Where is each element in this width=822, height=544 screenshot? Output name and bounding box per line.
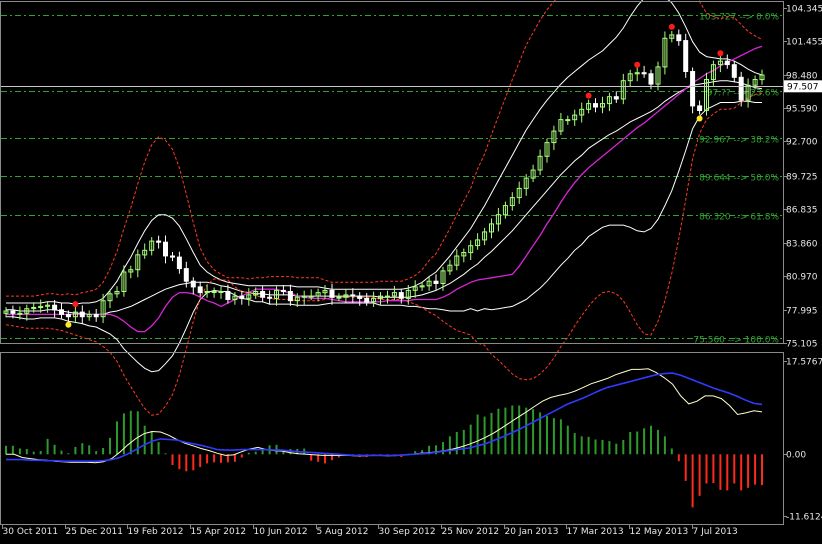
date-axis-label: 30 Sep 2012 [379, 527, 436, 537]
candle-body [163, 241, 168, 257]
fractal-up-marker [585, 92, 592, 99]
candle-body [183, 268, 189, 282]
date-axis-label: 20 Jan 2013 [505, 527, 559, 537]
fractal-up-marker [634, 61, 641, 68]
price-axis-label: 80.970 [786, 273, 818, 283]
candle-body [308, 295, 314, 298]
candle-body [287, 291, 293, 302]
candle-body [738, 76, 744, 101]
fib-level-label: 103.727 --> 0.0% [699, 13, 779, 23]
price-axis-label: 86.835 [786, 206, 818, 216]
oscillator-axis-label: -11.6124 [786, 513, 822, 523]
chart-canvas: 103.727 --> 0.0%97.?? --> 23.6%92.967 --… [0, 0, 822, 544]
candle-body [731, 64, 737, 78]
candle-body [225, 291, 231, 300]
date-axis-label: 30 Oct 2011 [3, 527, 59, 537]
candle-body [211, 291, 217, 293]
candle-body [59, 309, 64, 315]
candle-body [593, 103, 598, 108]
candle-body [267, 296, 273, 299]
candle-body [239, 295, 245, 299]
candle-body [280, 289, 286, 292]
fractal-up-marker [668, 23, 675, 30]
current-price-label: 97.507 [787, 82, 819, 92]
candle-body [17, 312, 23, 315]
candle-body [170, 255, 175, 258]
oscillator-axis-label: 0.00 [786, 451, 806, 461]
candle-body [357, 295, 363, 299]
candle-body [697, 105, 703, 112]
date-axis-label: 5 Aug 2012 [317, 527, 369, 537]
candle-body [260, 291, 266, 298]
price-axis-label: 89.725 [786, 173, 818, 183]
candle-body [724, 60, 730, 66]
fractal-down-marker [696, 115, 703, 122]
candle-body [65, 313, 71, 318]
fib-level-label: 89.644 --> 50.0% [699, 174, 779, 184]
candle-body [176, 256, 182, 270]
price-axis-label: 77.995 [786, 307, 818, 317]
candle-body [364, 297, 370, 303]
candle-body [613, 96, 619, 100]
price-axis-label: 92.700 [786, 138, 818, 148]
date-axis-label: 19 Feb 2012 [128, 527, 184, 537]
price-axis-label: 101.455 [786, 38, 822, 48]
date-axis-label: 10 Jun 2012 [254, 527, 308, 537]
price-axis-label: 83.860 [786, 240, 818, 250]
price-axis-label: 95.590 [786, 105, 818, 115]
date-axis-label: 15 Apr 2012 [191, 527, 247, 537]
candle-body [329, 289, 335, 298]
candle-body [648, 73, 654, 85]
candle-body [676, 34, 682, 42]
fractal-up-marker [72, 301, 79, 308]
fib-level-label: 86.320 --> 61.8% [699, 213, 779, 223]
candle-body [385, 295, 390, 298]
candle-body [190, 280, 196, 288]
candle-body [93, 313, 99, 318]
fib-level-label: 92.967 --> 38.2% [699, 136, 779, 146]
price-axis-label: 75.105 [786, 340, 818, 350]
candle-body [350, 294, 356, 297]
price-axis-label: 104.345 [786, 5, 822, 15]
candle-body [565, 119, 571, 122]
candle-body [156, 240, 162, 243]
candle-body [641, 72, 647, 75]
candle-body [690, 71, 696, 107]
candle-body [79, 311, 85, 318]
candle-body [197, 286, 203, 294]
candle-body [336, 296, 342, 299]
candle-body [433, 280, 439, 285]
date-axis-label: 12 May 2013 [630, 527, 689, 537]
candle-body [218, 291, 224, 293]
price-axis-label: 98.480 [786, 72, 818, 82]
date-axis-label: 25 Dec 2011 [66, 527, 124, 537]
date-axis-label: 25 Nov 2012 [442, 527, 500, 537]
candle-body [10, 310, 16, 314]
date-axis-label: 7 Jul 2013 [693, 527, 738, 537]
candle-body [683, 40, 689, 72]
candle-body [52, 304, 58, 311]
oscillator-axis-label: 17.5767 [786, 358, 822, 368]
fractal-down-marker [65, 321, 72, 328]
candle-body [398, 292, 404, 299]
fractal-up-marker [717, 50, 724, 57]
date-axis-label: 17 Mar 2013 [567, 527, 624, 537]
